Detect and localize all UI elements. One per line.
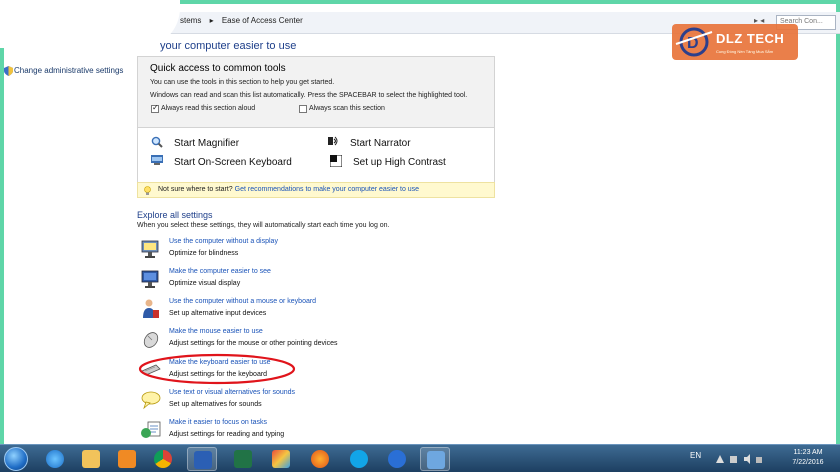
setting-link[interactable]: Make the mouse easier to use: [169, 328, 263, 335]
taskbar-app-skype[interactable]: [344, 447, 374, 471]
taskbar-app-ie[interactable]: [40, 447, 70, 471]
taskbar-app-excel[interactable]: [228, 447, 258, 471]
magnifier-icon: [151, 136, 163, 148]
start-button[interactable]: [4, 447, 28, 471]
lightbulb-icon: [144, 186, 151, 195]
always-scan-checkbox[interactable]: [299, 105, 307, 113]
start-narrator-button[interactable]: Start Narrator: [350, 138, 411, 149]
system-tray-icons[interactable]: [714, 453, 764, 465]
taskbar-app-paint[interactable]: [266, 447, 296, 471]
setting-description: Adjust settings for the mouse or other p…: [169, 340, 338, 347]
taskbar: EN 11:23 AM 7/22/2016: [0, 444, 840, 472]
excel-icon: [234, 450, 252, 468]
breadcrumb-separator: ▸: [209, 16, 214, 25]
setting-link[interactable]: Use the computer without a mouse or keyb…: [169, 298, 316, 305]
ie-icon: [46, 450, 64, 468]
help-icon: [388, 450, 406, 468]
always-scan-label: Always scan this section: [309, 105, 385, 112]
taskbar-app-chrome[interactable]: [148, 447, 178, 471]
hint-prefix: Not sure where to start?: [158, 186, 233, 193]
clock-time: 11:23 AM: [793, 449, 823, 456]
setting-item-sound-alternatives: Use text or visual alternatives for soun…: [140, 389, 440, 415]
explore-all-settings-heading: Explore all settings: [137, 210, 213, 220]
setting-item-mouse: Make the mouse easier to use Adjust sett…: [140, 328, 440, 354]
person-icon: [143, 299, 159, 318]
start-magnifier-button[interactable]: Start Magnifier: [174, 138, 239, 149]
setting-link[interactable]: Make the computer easier to see: [169, 268, 271, 275]
setting-item-easier-to-see: Make the computer easier to see Optimize…: [140, 268, 440, 294]
setting-description: Set up alternatives for sounds: [169, 401, 262, 408]
set-up-high-contrast-button[interactable]: Set up High Contrast: [353, 157, 446, 168]
taskbar-app-firefox[interactable]: [305, 447, 335, 471]
folder-icon: [82, 450, 100, 468]
setting-description: Optimize for blindness: [169, 250, 239, 257]
control-panel-icon: [427, 451, 445, 469]
setting-link[interactable]: Use the computer without a display: [169, 238, 278, 245]
quick-access-title: Quick access to common tools: [150, 63, 286, 74]
tasks-icon: [141, 421, 161, 438]
setting-item-focus-tasks: Make it easier to focus on tasks Adjust …: [140, 419, 440, 445]
hint-text: Not sure where to start? Get recommendat…: [158, 186, 419, 193]
setting-item-without-display: Use the computer without a display Optim…: [140, 238, 440, 264]
narrator-icon: [328, 136, 338, 146]
dlz-tech-logo: D DLZ TECH Cung Đồng Nền Tảng Mua Sắm: [672, 24, 798, 60]
clock-date: 7/22/2016: [792, 459, 824, 466]
mouse-icon: [143, 332, 159, 348]
breadcrumb-item-system[interactable]: stems: [180, 16, 201, 25]
high-contrast-icon: [330, 155, 342, 167]
setting-link[interactable]: Use text or visual alternatives for soun…: [169, 389, 295, 396]
taskbar-app-word[interactable]: [187, 447, 217, 471]
breadcrumb-item-ease-of-access[interactable]: Ease of Access Center: [222, 16, 303, 25]
firefox-icon: [311, 450, 329, 468]
logo-text: DLZ TECH: [716, 31, 785, 46]
start-on-screen-keyboard-button[interactable]: Start On-Screen Keyboard: [174, 157, 292, 168]
skype-icon: [350, 450, 368, 468]
display-icon: [141, 240, 159, 258]
red-annotation-ellipse: [138, 353, 296, 385]
taskbar-app-media-player[interactable]: [112, 447, 142, 471]
media-player-icon: [118, 450, 136, 468]
monitor-icon: [141, 270, 159, 288]
quick-access-panel: Quick access to common tools You can use…: [137, 56, 495, 198]
shield-icon: [4, 66, 13, 76]
chrome-icon: [154, 450, 172, 468]
setting-description: Optimize visual display: [169, 280, 241, 287]
taskbar-app-explorer[interactable]: [76, 447, 106, 471]
setting-item-without-mouse-keyboard: Use the computer without a mouse or keyb…: [140, 298, 440, 324]
taskbar-app-control-panel[interactable]: [420, 447, 450, 471]
taskbar-app-help[interactable]: [382, 447, 412, 471]
setting-description: Adjust settings for reading and typing: [169, 431, 285, 438]
breadcrumb: stems ▸ Ease of Access Center: [180, 16, 309, 25]
speech-bubble-icon: [141, 391, 161, 410]
on-screen-keyboard-icon: [151, 155, 163, 165]
change-admin-settings-link[interactable]: Change administrative settings: [14, 66, 123, 75]
word-icon: [194, 451, 212, 469]
setting-link[interactable]: Make it easier to focus on tasks: [169, 419, 267, 426]
quick-access-intro: You can use the tools in this section to…: [150, 79, 335, 86]
paint-icon: [272, 450, 290, 468]
explore-description: When you select these settings, they wil…: [137, 222, 390, 229]
clock[interactable]: 11:23 AM 7/22/2016: [780, 448, 836, 468]
always-read-label: Always read this section aloud: [161, 105, 256, 112]
language-indicator[interactable]: EN: [690, 451, 701, 460]
page-title: your computer easier to use: [160, 40, 297, 52]
recommendation-hint: Not sure where to start? Get recommendat…: [137, 182, 495, 198]
left-navigation-pane: [4, 60, 124, 450]
quick-access-instructions: Windows can read and scan this list auto…: [150, 92, 468, 99]
setting-description: Set up alternative input devices: [169, 310, 267, 317]
overlay-white-shape: [0, 0, 180, 48]
always-read-checkbox[interactable]: [151, 103, 159, 113]
logo-tagline: Cung Đồng Nền Tảng Mua Sắm: [716, 49, 774, 54]
get-recommendations-link[interactable]: Get recommendations to make your compute…: [235, 186, 419, 193]
